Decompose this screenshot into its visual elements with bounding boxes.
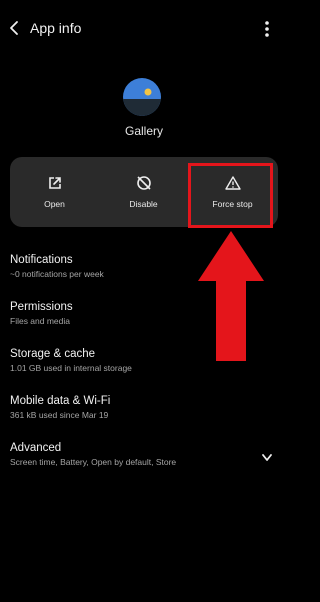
settings-item-subtitle: Screen time, Battery, Open by default, S… [10, 457, 177, 467]
chevron-down-icon[interactable] [260, 452, 274, 464]
settings-item-subtitle: Files and media [10, 316, 71, 326]
open-button[interactable]: Open [10, 157, 99, 227]
arrow-back-icon[interactable] [6, 16, 24, 40]
settings-item-storage[interactable]: Storage & cache 1.01 GB used in internal… [10, 348, 260, 373]
disable-icon [136, 176, 151, 190]
disable-label: Disable [129, 199, 158, 209]
settings-item-subtitle: 361 kB used since Mar 19 [10, 410, 109, 420]
settings-item-permissions[interactable]: Permissions Files and media [10, 301, 260, 326]
highlight-box [188, 163, 273, 228]
more-vert-icon[interactable] [261, 18, 273, 40]
app-bar: App info [0, 0, 288, 56]
open-label: Open [44, 199, 65, 209]
settings-item-subtitle: 1.01 GB used in internal storage [10, 363, 132, 373]
settings-item-title: Advanced [10, 442, 62, 454]
settings-item-title: Permissions [10, 301, 73, 313]
settings-item-mobile-data[interactable]: Mobile data & Wi-Fi 361 kB used since Ma… [10, 395, 260, 420]
app-name: Gallery [124, 124, 163, 138]
settings-item-advanced[interactable]: Advanced Screen time, Battery, Open by d… [10, 442, 260, 467]
page-title: App info [30, 20, 82, 36]
settings-item-title: Notifications [10, 254, 73, 266]
open-external-icon [48, 177, 61, 189]
settings-item-subtitle: ~0 notifications per week [10, 269, 104, 279]
settings-item-notifications[interactable]: Notifications ~0 notifications per week [10, 254, 260, 279]
settings-item-title: Mobile data & Wi-Fi [10, 395, 111, 407]
up-arrow-icon [198, 231, 264, 361]
settings-item-title: Storage & cache [10, 348, 96, 360]
gallery-app-icon [123, 78, 161, 116]
disable-button[interactable]: Disable [99, 157, 188, 227]
